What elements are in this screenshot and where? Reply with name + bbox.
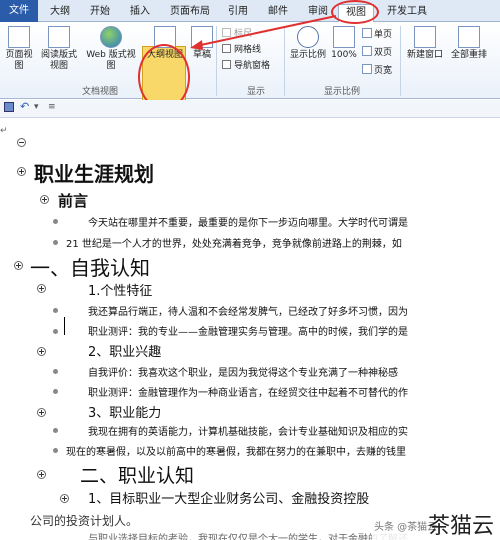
ribbon-tab-bar: 文件 大纲 开始 插入 页面布局 引用 邮件 审阅 视图 开发工具: [0, 0, 500, 23]
zoom-100-button[interactable]: 100%: [330, 26, 358, 61]
zoom-button[interactable]: 显示比例: [288, 26, 328, 61]
expand-icon[interactable]: [37, 284, 46, 293]
one-page-icon: [362, 28, 372, 38]
ribbon-separator: [216, 26, 217, 96]
qat-customize-icon[interactable]: ≡: [48, 102, 56, 112]
zoom-100-icon: [333, 26, 355, 48]
heading-1-1[interactable]: 1.个性特征: [88, 280, 152, 299]
body-bullet: [53, 428, 58, 433]
draft-view-button[interactable]: 草稿: [190, 26, 214, 61]
body-text[interactable]: 公司的投资计划人。: [30, 512, 138, 529]
web-view-button[interactable]: Web 版式视图: [82, 26, 140, 72]
collapse-icon[interactable]: [17, 138, 26, 147]
tab-references[interactable]: 引用: [222, 4, 254, 22]
tab-mailings[interactable]: 邮件: [262, 4, 294, 22]
tab-home[interactable]: 开始: [84, 4, 116, 22]
tab-file[interactable]: 文件: [0, 0, 38, 22]
expand-icon[interactable]: [37, 408, 46, 417]
body-bullet: [53, 448, 58, 453]
two-pages-icon: [362, 46, 372, 56]
body-text[interactable]: 21 世纪是一个人才的世界，处处充满着竞争，竞争就像前进路上的荆棘，如: [66, 235, 402, 250]
ribbon-separator: [284, 26, 285, 96]
heading-preface[interactable]: 前言: [58, 190, 88, 211]
tab-page-layout[interactable]: 页面布局: [164, 4, 216, 22]
body-text[interactable]: 与职业选择目标的考验，我现在仅仅是个大一的学生，对于金融的了解还: [88, 530, 408, 540]
qat-dropdown[interactable]: ▾: [34, 102, 39, 112]
ruler-checkbox[interactable]: 标尺: [222, 28, 252, 40]
undo-icon[interactable]: ↶: [20, 100, 29, 113]
group-label-doc-views: 文档视图: [81, 87, 118, 97]
expand-icon[interactable]: [17, 167, 26, 176]
tab-developer[interactable]: 开发工具: [382, 4, 432, 22]
new-window-icon: [414, 26, 436, 48]
document-outline: ↵ 职业生涯规划 前言 今天站在哪里并不重要，最重要的是你下一步迈向哪里。大学时…: [0, 118, 500, 540]
paragraph-mark: ↵: [0, 126, 8, 136]
body-bullet: [53, 329, 58, 334]
body-bullet: [53, 240, 58, 245]
tab-insert[interactable]: 插入: [124, 4, 156, 22]
group-label-zoom: 显示比例: [323, 87, 360, 97]
checkbox-icon: [222, 44, 231, 53]
reading-view-icon: [48, 26, 70, 48]
annotation-circle-view-tab: [331, 0, 379, 24]
expand-icon[interactable]: [40, 195, 49, 204]
draft-icon: [191, 26, 213, 48]
arrange-all-button[interactable]: 全部重排: [448, 26, 490, 61]
reading-view-button[interactable]: 阅读版式视图: [38, 26, 80, 72]
expand-icon[interactable]: [60, 494, 69, 503]
quick-access-toolbar: ↶ ▾ ≡: [0, 100, 500, 118]
ribbon-view-panel: 页面视图 阅读版式视图 Web 版式视图 大纲视图 草稿 文档视图 标尺 网格线…: [0, 22, 500, 110]
body-text[interactable]: 现在的寒暑假，以及以前高中的寒暑假，我都在努力的在兼职中，去赚的钱里: [66, 443, 406, 458]
ribbon-separator: [400, 26, 401, 96]
page-width-button[interactable]: 页宽: [362, 64, 392, 77]
expand-icon[interactable]: [37, 347, 46, 356]
body-text[interactable]: 我现在拥有的英语能力，计算机基础技能，会计专业基础知识及相应的实: [88, 423, 408, 438]
two-pages-button[interactable]: 双页: [362, 46, 392, 59]
tab-review[interactable]: 审阅: [302, 4, 334, 22]
page-view-button[interactable]: 页面视图: [2, 26, 36, 72]
text-cursor: [64, 317, 65, 335]
body-text[interactable]: 职业测评：金融管理作为一种商业语言，在经贸交往中起着不可替代的作: [88, 384, 408, 399]
expand-icon[interactable]: [37, 470, 46, 479]
body-text[interactable]: 职业测评：我的专业——金融管理实务与管理。高中的时候，我们学的是: [88, 323, 408, 338]
body-bullet: [53, 308, 58, 313]
body-text[interactable]: 我还算品行端正，待人温和不会经常发脾气，已经改了好多坏习惯，因为: [88, 303, 408, 318]
globe-icon: [100, 26, 122, 48]
body-bullet: [53, 369, 58, 374]
gridlines-checkbox[interactable]: 网格线: [222, 44, 261, 56]
page-view-icon: [8, 26, 30, 48]
new-window-button[interactable]: 新建窗口: [404, 26, 446, 61]
body-text[interactable]: 自我评价：我喜欢这个职业，是因为我觉得这个专业充满了一种神秘感: [88, 364, 398, 379]
heading-1-2[interactable]: 2、职业兴趣: [88, 341, 161, 360]
expand-icon[interactable]: [14, 261, 23, 270]
heading-2[interactable]: 二、职业认知: [80, 461, 194, 488]
group-label-show: 显示: [246, 87, 265, 97]
nav-pane-checkbox[interactable]: 导航窗格: [222, 60, 270, 72]
heading-1[interactable]: 一、自我认知: [30, 252, 150, 281]
heading-title[interactable]: 职业生涯规划: [34, 158, 154, 187]
heading-2-1[interactable]: 1、目标职业一大型企业财务公司、金融投资控股: [88, 488, 369, 507]
magnifier-icon: [297, 26, 319, 48]
heading-1-3[interactable]: 3、职业能力: [88, 402, 161, 421]
arrange-all-icon: [458, 26, 480, 48]
save-icon[interactable]: [4, 102, 14, 112]
page-width-icon: [362, 64, 372, 74]
tab-outline[interactable]: 大纲: [44, 4, 76, 22]
checkbox-icon: [222, 60, 231, 69]
one-page-button[interactable]: 单页: [362, 28, 392, 41]
checkbox-icon: [222, 28, 231, 37]
watermark-logo: 茶猫云: [428, 514, 495, 539]
body-text[interactable]: 今天站在哪里并不重要，最重要的是你下一步迈向哪里。大学时代可谓是: [88, 214, 408, 229]
body-bullet: [53, 219, 58, 224]
body-bullet: [53, 389, 58, 394]
